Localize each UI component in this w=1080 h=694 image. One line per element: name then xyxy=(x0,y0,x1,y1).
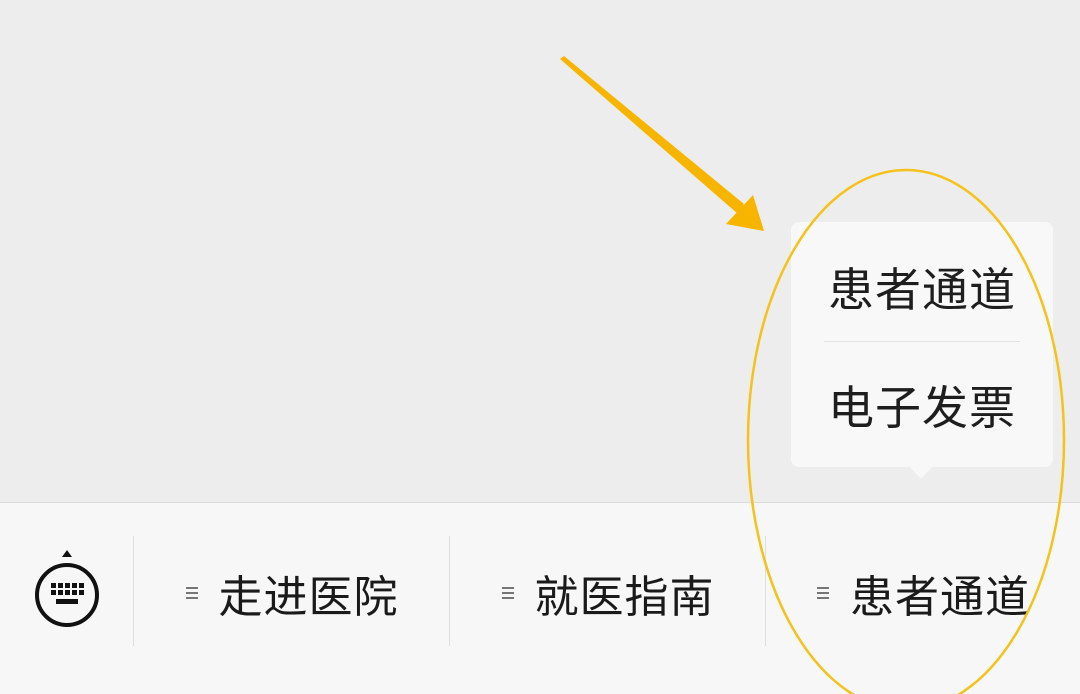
keyboard-toggle-button[interactable] xyxy=(0,503,133,694)
menu-item-label: 就医指南 xyxy=(534,572,715,623)
menu-list-icon xyxy=(185,585,199,601)
submenu-popup: 患者通道 电子发票 xyxy=(791,222,1053,467)
menu-item-label: 走进医院 xyxy=(218,572,399,623)
menu-item-patient-channel[interactable]: 患者通道 xyxy=(766,503,1080,683)
menu-list-icon xyxy=(501,585,515,601)
menu-item-visit-hospital[interactable]: 走进医院 xyxy=(134,503,449,683)
submenu-pointer xyxy=(909,466,933,479)
keyboard-icon xyxy=(35,550,99,627)
submenu-item-patient-channel[interactable]: 患者通道 xyxy=(791,232,1053,342)
menu-list-icon xyxy=(816,585,830,601)
bottom-menu-bar: 走进医院 就医指南 患者通道 xyxy=(0,502,1080,694)
submenu-separator xyxy=(824,341,1020,342)
submenu-item-e-invoice[interactable]: 电子发票 xyxy=(791,347,1053,463)
menu-item-label: 患者通道 xyxy=(850,572,1030,623)
menu-item-medical-guide[interactable]: 就医指南 xyxy=(450,503,765,683)
